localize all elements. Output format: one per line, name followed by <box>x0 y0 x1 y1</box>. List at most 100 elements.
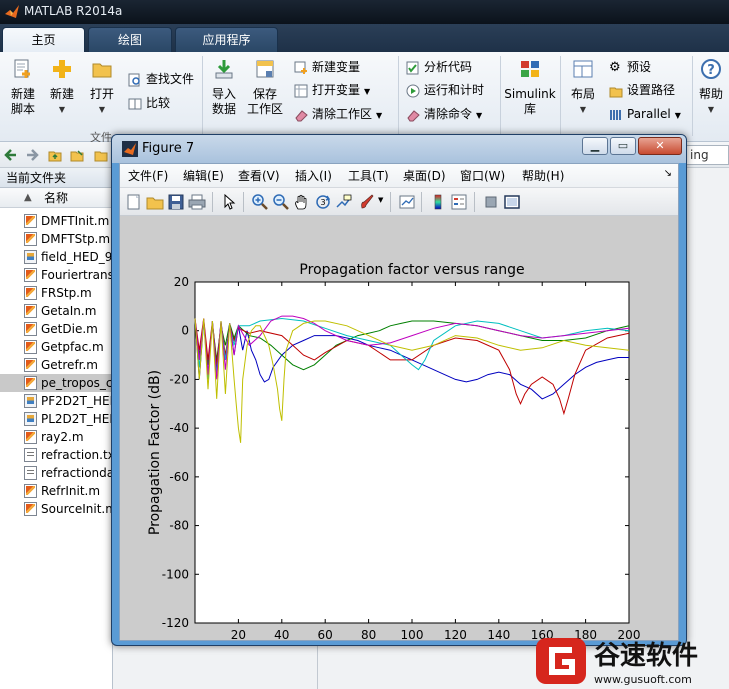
file-list-item[interactable]: GetDie.m <box>0 320 113 338</box>
set-path-button[interactable]: 设置路径 <box>609 81 675 99</box>
x-tick-label: 120 <box>444 628 467 640</box>
help-dropdown-icon[interactable]: ▼ <box>697 102 725 117</box>
save-workspace-button[interactable]: 保存 工作区 <box>246 58 284 117</box>
find-files-button[interactable]: 查找文件 <box>128 70 194 88</box>
open-variable-dropdown-icon[interactable]: ▼ <box>364 87 370 96</box>
file-list-item[interactable]: DMFTStp.m <box>0 230 113 248</box>
open-variable-label: 打开变量 <box>312 83 361 97</box>
menu-tools[interactable]: 工具(T) <box>348 168 389 184</box>
new-script-button[interactable]: 新建 脚本 <box>6 58 40 117</box>
file-list-item[interactable]: field_HED_9 <box>0 248 113 266</box>
zoom-in-icon[interactable] <box>251 193 269 211</box>
simulink-library-button[interactable]: Simulink 库 <box>504 58 556 117</box>
menu-insert[interactable]: 插入(I) <box>295 168 332 184</box>
parallel-dropdown-icon[interactable]: ▼ <box>675 111 681 120</box>
pan-hand-icon[interactable] <box>293 193 311 211</box>
new-dropdown-icon[interactable]: ▼ <box>46 102 78 117</box>
help-icon: ? <box>701 59 721 79</box>
tab-apps[interactable]: 应用程序 <box>175 27 278 52</box>
new-figure-icon[interactable] <box>125 193 143 211</box>
compare-button[interactable]: 比较 <box>128 94 170 112</box>
file-list-item[interactable]: FRStp.m <box>0 284 113 302</box>
up-folder-icon[interactable] <box>48 148 62 162</box>
analyze-code-button[interactable]: 分析代码 <box>406 58 472 76</box>
text-file-icon <box>24 448 37 462</box>
help-label: 帮助 <box>698 87 723 101</box>
run-and-time-button[interactable]: 运行和计时 <box>406 81 484 99</box>
file-list-item[interactable]: GetaIn.m <box>0 302 113 320</box>
zoom-out-icon[interactable] <box>272 193 290 211</box>
menu-help[interactable]: 帮助(H) <box>522 168 564 184</box>
tab-plots[interactable]: 绘图 <box>88 27 172 52</box>
m-file-icon <box>24 304 37 318</box>
rotate-3d-icon[interactable]: 3 <box>314 193 332 211</box>
open-variable-button[interactable]: 打开变量 ▼ <box>294 81 370 99</box>
parallel-icon <box>610 109 621 120</box>
name-column-header[interactable]: ▲ 名称 <box>0 188 113 208</box>
data-cursor-icon[interactable] <box>335 193 353 211</box>
legend-icon[interactable] <box>450 193 468 211</box>
menu-view[interactable]: 查看(V) <box>238 168 280 184</box>
colorbar-icon[interactable] <box>429 193 447 211</box>
open-dropdown-icon[interactable]: ▼ <box>86 102 118 117</box>
new-button[interactable]: 新建 ▼ <box>46 58 78 117</box>
menu-desktop[interactable]: 桌面(D) <box>403 168 446 184</box>
brush-icon[interactable] <box>358 193 376 211</box>
file-list-item[interactable]: Fouriertrans <box>0 266 113 284</box>
print-icon[interactable] <box>188 193 206 211</box>
clear-workspace-dropdown-icon[interactable]: ▼ <box>376 111 382 120</box>
clear-commands-button[interactable]: 清除命令 ▼ <box>406 105 482 123</box>
new-variable-button[interactable]: 新建变量 <box>294 58 360 76</box>
layout-label: 布局 <box>570 87 595 101</box>
file-list-item[interactable]: RefrInit.m <box>0 482 113 500</box>
maximize-button[interactable]: ▭ <box>610 137 636 155</box>
open-file-icon[interactable] <box>146 193 164 211</box>
propagation-chart[interactable]: 20 40 60 80 100 120 140 160 180 200200-20-40-60-8… <box>120 216 678 661</box>
svg-text:?: ? <box>707 63 715 78</box>
clear-workspace-label: 清除工作区 <box>312 107 373 121</box>
figure-titlebar[interactable]: Figure 7 ▁ ▭ ✕ <box>112 135 686 163</box>
minimize-button[interactable]: ▁ <box>582 137 608 155</box>
save-icon[interactable] <box>167 193 185 211</box>
file-list-item[interactable]: SourceInit.m <box>0 500 113 518</box>
help-button[interactable]: ? 帮助 ▼ <box>697 58 725 117</box>
parallel-button[interactable]: Parallel ▼ <box>609 105 681 123</box>
forward-arrow-icon[interactable] <box>25 148 39 162</box>
brush-dropdown-icon[interactable]: ▼ <box>378 196 383 204</box>
file-list-item[interactable]: PL2D2T_HED <box>0 410 113 428</box>
dock-arrow-icon[interactable]: ↘ <box>664 168 672 179</box>
file-name: GetDie.m <box>41 322 98 336</box>
close-button[interactable]: ✕ <box>638 137 682 155</box>
new-plus-icon <box>53 60 71 78</box>
file-list-item[interactable]: Getpfac.m <box>0 338 113 356</box>
link-plot-icon[interactable] <box>398 193 416 211</box>
simulink-label: Simulink 库 <box>504 87 556 116</box>
file-list-item[interactable]: pe_tropos_c <box>0 374 113 392</box>
menu-window[interactable]: 窗口(W) <box>460 168 505 184</box>
new-variable-label: 新建变量 <box>312 60 361 74</box>
hide-plot-tools-icon[interactable] <box>482 193 500 211</box>
svg-text:3: 3 <box>320 198 325 207</box>
file-list-item[interactable]: refractionda <box>0 464 113 482</box>
pointer-icon[interactable] <box>220 193 238 211</box>
open-button[interactable]: 打开 ▼ <box>86 58 118 117</box>
layout-dropdown-icon[interactable]: ▼ <box>566 102 600 117</box>
preferences-button[interactable]: ⚙ 预设 <box>609 58 651 76</box>
tab-home[interactable]: 主页 <box>2 27 85 52</box>
save-workspace-icon <box>256 60 274 78</box>
browse-folder-icon[interactable] <box>70 148 84 162</box>
clear-workspace-button[interactable]: 清除工作区 ▼ <box>294 105 382 123</box>
file-list-item[interactable]: DMFTInit.m <box>0 212 113 230</box>
file-list-item[interactable]: PF2D2T_HED <box>0 392 113 410</box>
clear-commands-dropdown-icon[interactable]: ▼ <box>476 111 482 120</box>
menu-file[interactable]: 文件(F) <box>128 168 168 184</box>
show-plot-tools-icon[interactable] <box>503 193 521 211</box>
figure-window: Figure 7 ▁ ▭ ✕ 文件(F) 编辑(E) 查看(V) 插入(I) 工… <box>111 134 687 661</box>
import-data-button[interactable]: 导入 数据 <box>208 58 240 117</box>
back-arrow-icon[interactable] <box>4 148 18 162</box>
file-list-item[interactable]: refraction.tx <box>0 446 113 464</box>
file-list-item[interactable]: Getrefr.m <box>0 356 113 374</box>
file-list-item[interactable]: ray2.m <box>0 428 113 446</box>
layout-button[interactable]: 布局 ▼ <box>566 58 600 117</box>
menu-edit[interactable]: 编辑(E) <box>183 168 224 184</box>
